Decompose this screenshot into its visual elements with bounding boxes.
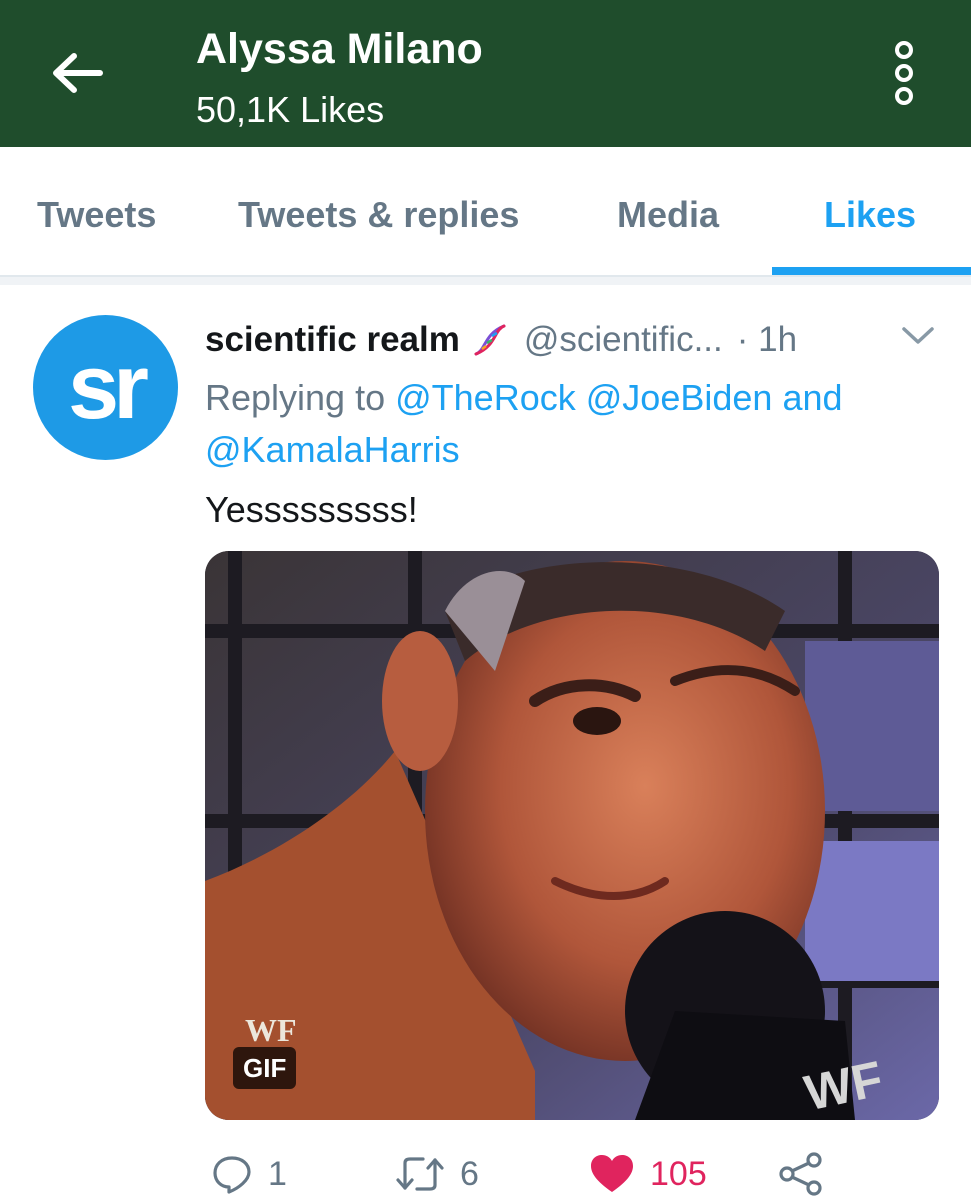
more-options-button[interactable] [884, 40, 924, 106]
likes-count: 50,1K Likes [196, 89, 385, 130]
retweet-count: 6 [460, 1154, 479, 1193]
share-icon [779, 1152, 822, 1196]
mention-joebiden[interactable]: @JoeBiden [586, 377, 773, 418]
tabs-divider [0, 277, 971, 285]
active-tab-indicator [772, 267, 971, 275]
replying-to-label: Replying to [205, 377, 386, 418]
chevron-down-icon [902, 327, 934, 344]
profile-header: Alyssa Milano 50,1K Likes [0, 0, 971, 147]
like-count: 105 [650, 1154, 707, 1193]
mention-kamalaharris[interactable]: @KamalaHarris [205, 429, 460, 470]
avatar[interactable]: sr [33, 315, 178, 460]
tab-media[interactable]: Media [617, 187, 719, 243]
gif-badge: GIF [233, 1047, 297, 1089]
arrow-left-icon [53, 53, 103, 93]
back-button[interactable] [50, 50, 104, 96]
replying-to: Replying to @TheRock @JoeBiden and @Kama… [205, 372, 945, 476]
tweet-text: Yesssssssss! [205, 489, 418, 530]
tab-tweets[interactable]: Tweets [37, 187, 156, 243]
reply-icon [213, 1156, 251, 1194]
svg-text:WF: WF [245, 1012, 297, 1048]
display-name[interactable]: scientific realm [205, 320, 460, 360]
handle[interactable]: @scientific... [524, 320, 723, 360]
heart-icon [591, 1155, 633, 1192]
tab-tweets-replies[interactable]: Tweets & replies [238, 187, 519, 243]
share-button[interactable] [778, 1148, 824, 1200]
tweet-gif-media[interactable]: WF WF GIF [205, 551, 939, 1120]
tweet-menu-button[interactable] [898, 320, 938, 352]
retweet-button[interactable]: 6 [396, 1148, 479, 1200]
mention-therock[interactable]: @TheRock [395, 377, 576, 418]
gif-image: WF WF [205, 551, 939, 1120]
reply-count: 1 [268, 1154, 287, 1193]
retweet-icon [396, 1157, 444, 1191]
tab-likes[interactable]: Likes [824, 187, 916, 243]
like-button[interactable]: 105 [590, 1148, 707, 1200]
profile-name: Alyssa Milano [196, 25, 483, 73]
reply-button[interactable]: 1 [212, 1148, 287, 1200]
dna-icon [474, 324, 506, 356]
vertical-dots-icon [895, 41, 913, 105]
profile-tabs: Tweets Tweets & replies Media Likes [0, 147, 971, 277]
replying-to-and[interactable]: and [782, 377, 842, 418]
tweet-time: · 1h [736, 320, 798, 359]
tweet-header: scientific realm @scientific... · 1h [205, 315, 797, 365]
